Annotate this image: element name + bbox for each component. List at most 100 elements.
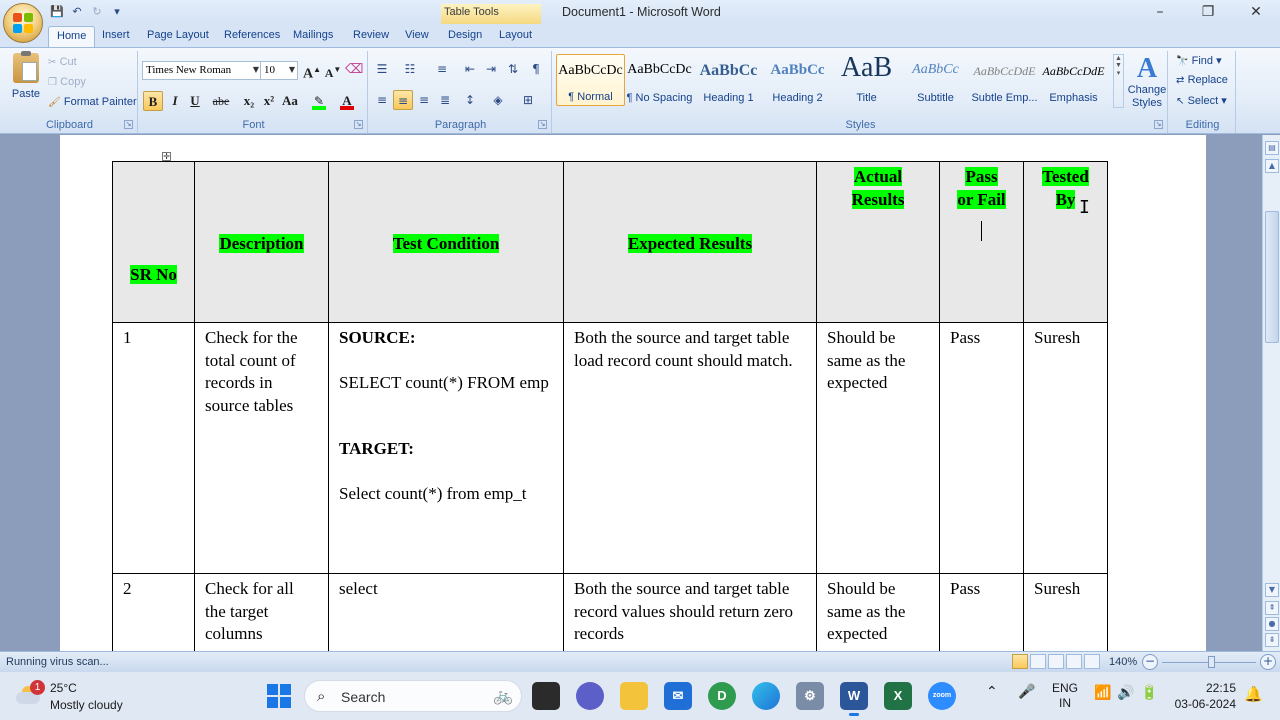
zoom-out-icon[interactable]: − <box>1142 654 1158 670</box>
excel-app-icon[interactable]: X <box>884 682 912 710</box>
clipboard-dialog-launcher[interactable]: ↘ <box>124 120 133 129</box>
underline-button[interactable]: U <box>186 91 204 111</box>
save-icon[interactable]: 💾 <box>50 5 64 19</box>
bullets-icon[interactable]: ☰ <box>372 59 392 79</box>
restore-button[interactable]: ❐ <box>1184 0 1232 24</box>
cell-expected[interactable]: Both the source and target table record … <box>563 573 817 651</box>
zoom-in-icon[interactable]: + <box>1260 654 1276 670</box>
align-right-icon[interactable]: ≡ <box>414 90 434 110</box>
scroll-down-icon[interactable]: ▼ <box>1265 583 1279 597</box>
line-spacing-icon[interactable]: ↕ <box>460 90 480 110</box>
system-clock[interactable]: 22:15 03-06-2024 <box>1166 680 1236 712</box>
style-no-spacing[interactable]: AaBbCcDc ¶ No Spacing <box>625 54 694 106</box>
shading-icon[interactable]: ◈ <box>488 90 508 110</box>
taskbar-search[interactable]: ⌕ Search 🚲 <box>304 680 522 712</box>
cell-pass-fail[interactable]: Pass <box>939 322 1024 574</box>
cell-tested-by[interactable]: Suresh <box>1023 573 1108 651</box>
tab-review[interactable]: Review <box>353 29 389 41</box>
cell-actual[interactable]: Should be same as the expected <box>816 573 940 651</box>
input-language[interactable]: ENG IN <box>1052 681 1078 711</box>
tab-layout[interactable]: Layout <box>499 29 532 41</box>
tab-design[interactable]: Design <box>448 29 482 41</box>
header-cell[interactable]: Expected Results <box>563 161 817 323</box>
microphone-icon[interactable]: 🎤 <box>1018 684 1035 700</box>
styles-dialog-launcher[interactable]: ↘ <box>1154 120 1163 129</box>
font-dialog-launcher[interactable]: ↘ <box>354 120 363 129</box>
subscript-button[interactable]: x₂ <box>240 91 258 111</box>
test-case-table[interactable]: SR No Description Test Condition Expecte… <box>112 161 1108 651</box>
cell-tested-by[interactable]: Suresh <box>1023 322 1108 574</box>
redo-icon[interactable]: ↻ <box>90 5 104 19</box>
header-cell[interactable]: Description <box>194 161 329 323</box>
justify-icon[interactable]: ≣ <box>435 90 455 110</box>
highlight-button[interactable]: ✎ <box>310 91 328 111</box>
customize-qat-icon[interactable]: ▾ <box>110 5 124 19</box>
minimize-button[interactable]: – <box>1136 0 1184 24</box>
paragraph-dialog-launcher[interactable]: ↘ <box>538 120 547 129</box>
change-styles-button[interactable]: A Change Styles <box>1126 54 1168 110</box>
cell-description[interactable]: Check for the total count of records in … <box>194 322 329 574</box>
zoom-level[interactable]: 140% <box>1109 656 1137 668</box>
document-page[interactable]: ✛ SR No Description Test Condition Expec… <box>60 135 1206 651</box>
tab-mailings[interactable]: Mailings <box>293 29 333 41</box>
copy-button[interactable]: ❐ Copy <box>48 76 86 88</box>
paste-button[interactable]: Paste <box>8 51 44 100</box>
header-cell[interactable]: Actual Results <box>816 161 940 323</box>
style-title[interactable]: AaB Title <box>832 52 901 106</box>
windows-start-icon[interactable] <box>267 684 291 708</box>
zoom-app-icon[interactable]: zoom <box>928 682 956 710</box>
draft-view-icon[interactable] <box>1084 654 1100 669</box>
select-browse-object-icon[interactable]: ● <box>1265 617 1279 631</box>
font-size-select[interactable]: 10 ▼ <box>260 61 298 80</box>
find-button[interactable]: 🔭 Find ▾ <box>1176 54 1222 67</box>
table-move-handle-icon[interactable]: ✛ <box>162 152 171 161</box>
edge-browser-icon[interactable] <box>752 682 780 710</box>
cell-sr[interactable]: 2 <box>112 573 195 651</box>
print-layout-view-icon[interactable] <box>1012 654 1028 669</box>
dashlane-icon[interactable]: D <box>708 682 736 710</box>
undo-icon[interactable]: ↶ <box>70 5 84 19</box>
notifications-bell-icon[interactable]: 🔔 <box>1244 685 1263 703</box>
teams-chat-icon[interactable] <box>576 682 604 710</box>
task-view-icon[interactable] <box>532 682 560 710</box>
header-cell[interactable]: Pass or Fail <box>939 161 1024 323</box>
superscript-button[interactable]: x² <box>260 91 278 111</box>
align-left-icon[interactable]: ≡ <box>372 90 392 110</box>
header-cell[interactable]: Test Condition <box>328 161 564 323</box>
mail-icon[interactable]: ✉ <box>664 682 692 710</box>
tab-page-layout[interactable]: Page Layout <box>147 29 209 41</box>
decrease-indent-icon[interactable]: ⇤ <box>460 59 480 79</box>
style-heading-1[interactable]: AaBbCc Heading 1 <box>694 54 763 106</box>
style-heading-2[interactable]: AaBbCc Heading 2 <box>763 54 832 106</box>
borders-icon[interactable]: ⊞ <box>518 90 538 110</box>
cell-sr[interactable]: 1 <box>112 322 195 574</box>
full-screen-reading-view-icon[interactable] <box>1030 654 1046 669</box>
scrollbar-thumb[interactable] <box>1265 211 1279 343</box>
style-subtitle[interactable]: AaBbCc Subtitle <box>901 54 970 106</box>
header-cell[interactable]: SR No <box>112 161 195 323</box>
align-center-icon[interactable]: ≡ <box>393 90 413 110</box>
cell-description[interactable]: Check for all the target columns <box>194 573 329 651</box>
close-button[interactable]: ✕ <box>1232 0 1280 24</box>
tray-overflow-icon[interactable]: ⌃ <box>986 684 998 700</box>
cell-test-condition[interactable]: SOURCE: SELECT count(*) FROM emp TARGET:… <box>328 322 564 574</box>
change-case-button[interactable]: Aa <box>281 91 299 111</box>
header-cell[interactable]: Tested By <box>1023 161 1108 323</box>
numbering-icon[interactable]: ☷ <box>400 59 420 79</box>
scroll-up-icon[interactable]: ▲ <box>1265 159 1279 173</box>
replace-button[interactable]: ⇄ Replace <box>1176 74 1228 86</box>
shrink-font-button[interactable]: A▼ <box>324 60 342 80</box>
style-normal[interactable]: AaBbCcDc ¶ Normal <box>556 54 625 106</box>
next-page-icon[interactable]: ⇟ <box>1265 633 1279 647</box>
word-app-icon[interactable]: W <box>840 682 868 716</box>
cell-test-condition[interactable]: select <box>328 573 564 651</box>
tab-references[interactable]: References <box>224 29 280 41</box>
italic-button[interactable]: I <box>166 91 184 111</box>
outline-view-icon[interactable] <box>1066 654 1082 669</box>
settings-gear-icon[interactable]: ⚙ <box>796 682 824 710</box>
format-painter-button[interactable]: 🖌 Format Painter <box>48 96 137 108</box>
web-layout-view-icon[interactable] <box>1048 654 1064 669</box>
cut-button[interactable]: ✂ Cut <box>48 56 77 68</box>
multilevel-list-icon[interactable]: ≡ <box>432 59 452 79</box>
zoom-slider-handle[interactable] <box>1208 656 1215 668</box>
